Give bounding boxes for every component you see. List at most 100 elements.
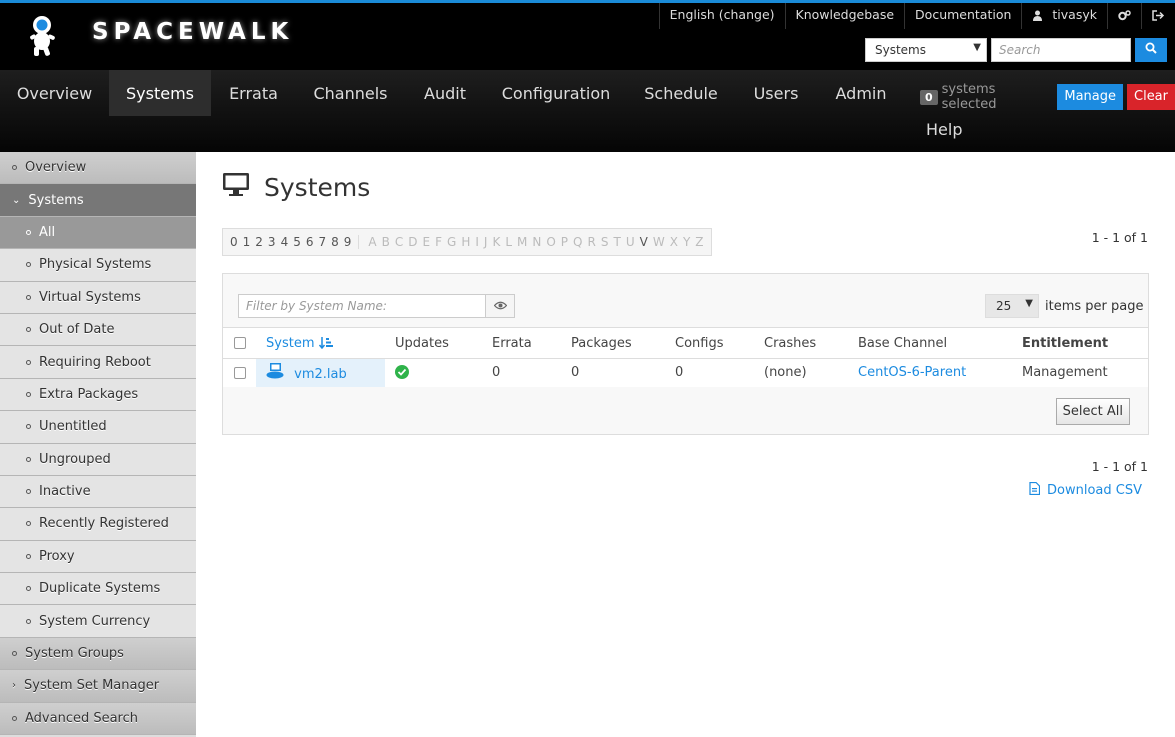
sidebar-item-overview[interactable]: Overview xyxy=(0,152,196,185)
alpha-link-letter: J xyxy=(483,235,488,249)
sidebar-item-ungrouped[interactable]: Ungrouped xyxy=(0,443,196,476)
alpha-link-digit[interactable]: 3 xyxy=(268,235,276,249)
knowledgebase-link[interactable]: Knowledgebase xyxy=(784,3,905,29)
top-links: English (change) Knowledgebase Documenta… xyxy=(658,3,1175,29)
search-button[interactable] xyxy=(1135,38,1167,62)
alpha-link-letter: Z xyxy=(695,235,704,249)
sidebar-item-label: Requiring Reboot xyxy=(39,354,151,370)
nav-audit[interactable]: Audit xyxy=(405,70,485,116)
header-entitlement: Entitlement xyxy=(1012,327,1148,359)
sign-out-icon xyxy=(1152,7,1165,22)
username: tivasyk xyxy=(1052,7,1097,22)
sidebar-item-label: System Set Manager xyxy=(24,678,160,694)
errata-cell: 0 xyxy=(482,358,561,387)
alpha-link-letter: R xyxy=(587,235,596,249)
alpha-link-digit[interactable]: 1 xyxy=(243,235,251,249)
alpha-link-digit[interactable]: 0 xyxy=(230,235,238,249)
base-channel-link[interactable]: CentOS-6-Parent xyxy=(858,365,966,380)
bullet-icon xyxy=(26,521,31,527)
bullet-icon xyxy=(26,294,31,300)
sidebar-item-proxy[interactable]: Proxy xyxy=(0,540,196,574)
sidebar-item-system-currency[interactable]: System Currency xyxy=(0,605,196,638)
sidebar-item-all[interactable]: All xyxy=(0,216,196,250)
configs-cell: 0 xyxy=(665,358,754,387)
alpha-link-digit[interactable]: 4 xyxy=(281,235,289,249)
documentation-link[interactable]: Documentation xyxy=(904,3,1021,29)
sidebar-item-system-set-manager[interactable]: › System Set Manager xyxy=(0,670,196,703)
alpha-link-letter: U xyxy=(625,235,635,249)
table-row: vm2.lab 0 0 0 (none) CentOS-6-Parent Man… xyxy=(223,358,1148,387)
header-system[interactable]: System xyxy=(256,327,385,359)
alpha-link-digit[interactable]: 7 xyxy=(318,235,326,249)
download-csv-link[interactable]: Download CSV xyxy=(1029,481,1142,499)
sidebar-item-label: Extra Packages xyxy=(39,386,139,402)
select-all-checkbox[interactable] xyxy=(234,337,246,349)
items-per-page-select[interactable]: 25 ▼ xyxy=(985,294,1039,318)
spacewalk-logo-icon[interactable] xyxy=(22,13,62,57)
alpha-link-letter: N xyxy=(532,235,542,249)
bullet-icon xyxy=(26,586,31,592)
preferences-link[interactable] xyxy=(1107,3,1141,29)
row-checkbox-cell xyxy=(223,358,256,387)
header-system-label: System xyxy=(266,335,315,351)
updates-cell xyxy=(385,358,482,387)
user-link[interactable]: tivasyk xyxy=(1021,3,1107,29)
nav-overview[interactable]: Overview xyxy=(0,70,109,116)
desktop-icon xyxy=(222,172,250,203)
header-crashes: Crashes xyxy=(754,327,848,359)
sidebar-item-out-of-date[interactable]: Out of Date xyxy=(0,313,196,347)
sidebar-item-label: Inactive xyxy=(39,484,91,500)
alpha-link-letter: C xyxy=(394,235,404,249)
sidebar-item-systems[interactable]: ⌄ Systems xyxy=(0,184,196,217)
sidebar-item-requiring-reboot[interactable]: Requiring Reboot xyxy=(0,346,196,379)
filter-apply-button[interactable] xyxy=(485,294,515,318)
alpha-link-digit[interactable]: 6 xyxy=(306,235,314,249)
sidebar-item-extra-packages[interactable]: Extra Packages xyxy=(0,378,196,412)
virtual-system-icon xyxy=(266,363,288,382)
system-name-link[interactable]: vm2.lab xyxy=(294,367,347,382)
header-configs: Configs xyxy=(665,327,754,359)
sign-out-link[interactable] xyxy=(1141,3,1175,29)
alpha-link-digit[interactable]: 9 xyxy=(344,235,352,249)
sidebar-item-inactive[interactable]: Inactive xyxy=(0,475,196,509)
search-scope-select[interactable]: Systems ▼ xyxy=(865,38,987,62)
nav-channels[interactable]: Channels xyxy=(296,70,405,116)
sidebar-item-unentitled[interactable]: Unentitled xyxy=(0,411,196,444)
nav-errata[interactable]: Errata xyxy=(211,70,296,116)
system-cell: vm2.lab xyxy=(256,358,385,387)
brand-name[interactable]: SPACEWALK xyxy=(92,19,293,45)
main-nav: Overview Systems Errata Channels Audit C… xyxy=(0,70,1175,152)
bullet-icon xyxy=(26,262,31,268)
bullet-icon xyxy=(26,229,31,235)
manage-button[interactable]: Manage xyxy=(1057,84,1123,110)
sidebar-item-label: All xyxy=(39,224,56,240)
alpha-link-letter[interactable]: V xyxy=(640,235,648,249)
alpha-link-digit[interactable]: 5 xyxy=(293,235,301,249)
sidebar-item-virtual-systems[interactable]: Virtual Systems xyxy=(0,281,196,314)
language-link[interactable]: English (change) xyxy=(658,3,785,29)
sidebar-item-advanced-search[interactable]: Advanced Search xyxy=(0,702,196,736)
row-checkbox[interactable] xyxy=(234,366,246,379)
alpha-link-letter: Q xyxy=(573,235,583,249)
nav-schedule[interactable]: Schedule xyxy=(627,70,735,116)
select-all-button[interactable]: Select All xyxy=(1055,398,1130,425)
systems-table: System Updates Errata Packages Configs C… xyxy=(223,327,1148,387)
nav-configuration[interactable]: Configuration xyxy=(485,70,627,116)
bullet-icon xyxy=(26,553,31,559)
nav-admin[interactable]: Admin xyxy=(817,70,905,116)
clear-button[interactable]: Clear xyxy=(1127,84,1175,110)
search-input[interactable]: Search xyxy=(991,38,1131,62)
nav-help[interactable]: Help xyxy=(926,120,962,139)
alpha-link-letter: D xyxy=(408,235,418,249)
search-scope-value: Systems xyxy=(875,43,926,57)
alpha-link-letter: W xyxy=(652,235,665,249)
sidebar-item-system-groups[interactable]: System Groups xyxy=(0,637,196,671)
filter-system-name-input[interactable]: Filter by System Name: xyxy=(238,294,486,318)
alpha-link-digit[interactable]: 8 xyxy=(331,235,339,249)
nav-users[interactable]: Users xyxy=(735,70,817,116)
alpha-link-digit[interactable]: 2 xyxy=(255,235,263,249)
nav-systems[interactable]: Systems xyxy=(109,70,211,116)
sidebar-item-physical-systems[interactable]: Physical Systems xyxy=(0,249,196,282)
sidebar-item-recently-registered[interactable]: Recently Registered xyxy=(0,508,196,541)
sidebar-item-duplicate-systems[interactable]: Duplicate Systems xyxy=(0,573,196,606)
